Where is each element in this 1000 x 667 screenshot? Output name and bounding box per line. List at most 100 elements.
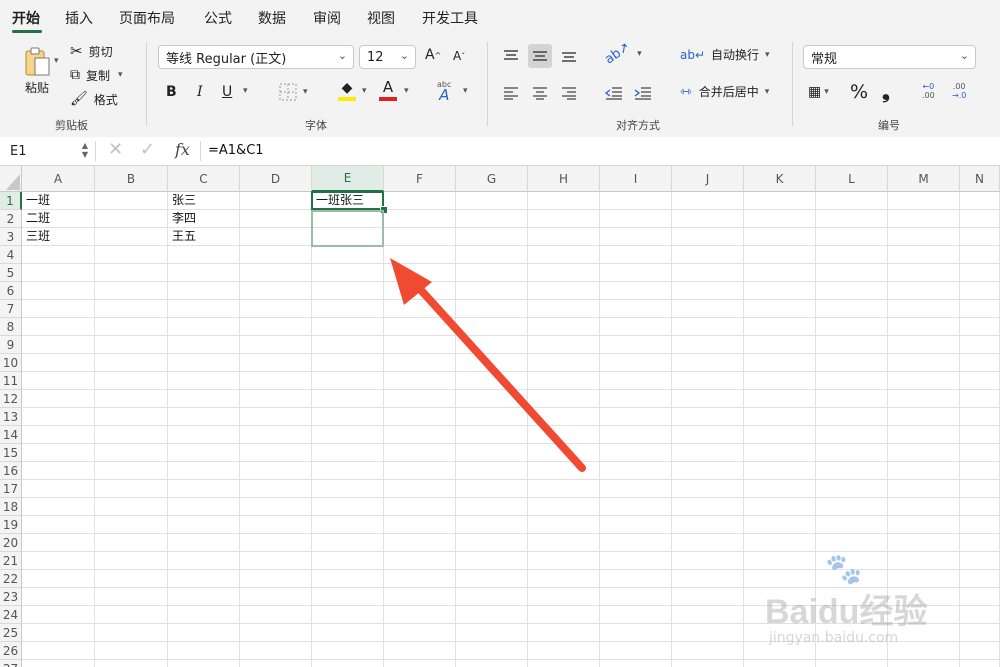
- tab-developer[interactable]: 开发工具: [422, 8, 478, 28]
- increase-font-size-icon[interactable]: A ^: [425, 47, 441, 63]
- row-header-20[interactable]: 20: [0, 534, 22, 552]
- cancel-icon[interactable]: ✕: [108, 139, 123, 160]
- column-header-n[interactable]: N: [960, 166, 1000, 192]
- column-header-e[interactable]: E: [312, 166, 384, 192]
- row-header-18[interactable]: 18: [0, 498, 22, 516]
- cut-button[interactable]: ✂ 剪切: [70, 42, 113, 60]
- cell-a2[interactable]: 二班: [22, 210, 94, 227]
- row-header-2[interactable]: 2: [0, 210, 22, 228]
- tab-formulas[interactable]: 公式: [204, 8, 232, 28]
- borders-button[interactable]: ▾: [279, 83, 308, 101]
- decrease-indent-icon[interactable]: [603, 82, 625, 104]
- column-header-g[interactable]: G: [456, 166, 528, 192]
- chevron-down-icon[interactable]: ▾: [463, 86, 468, 96]
- wrap-text-button[interactable]: ab↵ 自动换行 ▾: [680, 46, 770, 63]
- row-header-13[interactable]: 13: [0, 408, 22, 426]
- formula-input[interactable]: =A1&C1: [208, 143, 264, 158]
- row-header-7[interactable]: 7: [0, 300, 22, 318]
- align-bottom-icon[interactable]: [558, 45, 580, 67]
- column-header-i[interactable]: I: [600, 166, 672, 192]
- row-header-3[interactable]: 3: [0, 228, 22, 246]
- italic-button[interactable]: I: [197, 84, 203, 100]
- tab-page-layout[interactable]: 页面布局: [119, 8, 175, 28]
- row-header-26[interactable]: 26: [0, 642, 22, 660]
- paste-chevron-icon[interactable]: ▾: [54, 56, 59, 66]
- column-header-k[interactable]: K: [744, 166, 816, 192]
- tab-view[interactable]: 视图: [367, 8, 395, 28]
- comma-style-button[interactable]: ❟: [882, 79, 890, 103]
- cell-a3[interactable]: 三班: [22, 228, 94, 245]
- confirm-icon[interactable]: ✓: [140, 139, 155, 160]
- fill-color-button[interactable]: ◆: [338, 81, 356, 101]
- tab-review[interactable]: 审阅: [313, 8, 341, 28]
- align-left-icon[interactable]: [500, 82, 522, 104]
- font-color-button[interactable]: A: [379, 80, 397, 101]
- copy-button[interactable]: ⧉ 复制 ▾: [70, 66, 123, 84]
- merge-center-button[interactable]: ⇿ 合并后居中 ▾: [680, 83, 769, 100]
- tab-data[interactable]: 数据: [258, 8, 286, 28]
- paste-button[interactable]: 粘贴: [12, 44, 62, 96]
- column-header-a[interactable]: A: [22, 166, 95, 192]
- format-painter-button[interactable]: 🖌 格式: [70, 90, 118, 108]
- row-header-8[interactable]: 8: [0, 318, 22, 336]
- accounting-format-button[interactable]: ▦ ▾: [808, 84, 829, 100]
- row-header-24[interactable]: 24: [0, 606, 22, 624]
- column-header-c[interactable]: C: [168, 166, 240, 192]
- align-right-icon[interactable]: [558, 82, 580, 104]
- row-header-19[interactable]: 19: [0, 516, 22, 534]
- column-header-j[interactable]: J: [672, 166, 744, 192]
- row-header-12[interactable]: 12: [0, 390, 22, 408]
- row-header-6[interactable]: 6: [0, 282, 22, 300]
- column-header-l[interactable]: L: [816, 166, 888, 192]
- column-header-h[interactable]: H: [528, 166, 600, 192]
- align-middle-icon[interactable]: [528, 44, 552, 68]
- chevron-down-icon[interactable]: ▾: [243, 86, 248, 96]
- row-header-17[interactable]: 17: [0, 480, 22, 498]
- column-header-m[interactable]: M: [888, 166, 960, 192]
- row-header-15[interactable]: 15: [0, 444, 22, 462]
- align-center-icon[interactable]: [529, 82, 551, 104]
- column-header-d[interactable]: D: [240, 166, 312, 192]
- spreadsheet-grid[interactable]: A B C D E F G H I J K L M N 1 2 3 4 5 6 7 8 9 10 11 12 13 14 15 16 17 1…: [0, 166, 1000, 667]
- row-header-25[interactable]: 25: [0, 624, 22, 642]
- decrease-decimal-icon[interactable]: .00 →.0: [952, 82, 966, 100]
- increase-decimal-icon[interactable]: ←0.00: [922, 82, 935, 100]
- percent-button[interactable]: %: [850, 81, 868, 103]
- cell-c3[interactable]: 王五: [168, 228, 239, 245]
- row-header-27[interactable]: 27: [0, 660, 22, 667]
- cell-a1[interactable]: 一班: [22, 192, 94, 209]
- chevron-down-icon[interactable]: ▾: [404, 86, 409, 96]
- align-top-icon[interactable]: [500, 45, 522, 67]
- font-name-select[interactable]: 等线 Regular (正文) ⌄: [158, 45, 354, 69]
- row-header-11[interactable]: 11: [0, 372, 22, 390]
- row-header-22[interactable]: 22: [0, 570, 22, 588]
- font-size-select[interactable]: 12 ⌄: [359, 45, 416, 69]
- underline-button[interactable]: U: [222, 84, 232, 100]
- row-header-9[interactable]: 9: [0, 336, 22, 354]
- chevron-down-icon[interactable]: ▾: [362, 86, 367, 96]
- decrease-font-size-icon[interactable]: Aˇ: [453, 49, 465, 63]
- bold-button[interactable]: B: [166, 84, 177, 100]
- number-format-select[interactable]: 常规 ⌄: [803, 45, 976, 69]
- row-header-4[interactable]: 4: [0, 246, 22, 264]
- phonetic-button[interactable]: abc A: [437, 80, 451, 103]
- column-header-b[interactable]: B: [95, 166, 168, 192]
- cell-c2[interactable]: 李四: [168, 210, 239, 227]
- row-header-16[interactable]: 16: [0, 462, 22, 480]
- row-header-23[interactable]: 23: [0, 588, 22, 606]
- stepper-icon[interactable]: ▲ ▼: [82, 141, 88, 159]
- cell-c1[interactable]: 张三: [168, 192, 239, 209]
- tab-insert[interactable]: 插入: [65, 8, 93, 28]
- row-header-5[interactable]: 5: [0, 264, 22, 282]
- select-all-corner[interactable]: [0, 166, 22, 192]
- name-box[interactable]: E1 ▲ ▼: [5, 140, 91, 162]
- increase-indent-icon[interactable]: [632, 82, 654, 104]
- column-header-f[interactable]: F: [384, 166, 456, 192]
- row-header-14[interactable]: 14: [0, 426, 22, 444]
- row-header-10[interactable]: 10: [0, 354, 22, 372]
- tab-home[interactable]: 开始: [12, 8, 40, 28]
- row-header-1[interactable]: 1: [0, 192, 22, 210]
- insert-function-icon[interactable]: fx: [175, 140, 190, 159]
- orientation-button[interactable]: ab↗ ▾: [602, 40, 642, 68]
- row-header-21[interactable]: 21: [0, 552, 22, 570]
